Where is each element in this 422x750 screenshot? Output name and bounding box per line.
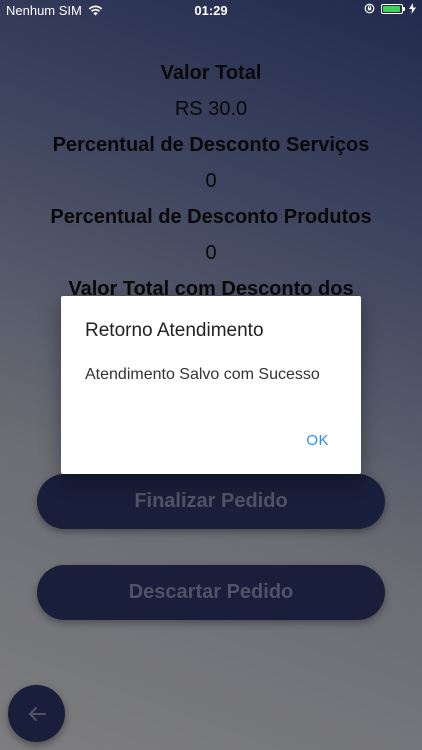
dialog-title: Retorno Atendimento — [85, 320, 264, 341]
orientation-lock-icon — [364, 3, 375, 14]
status-right — [364, 3, 416, 14]
battery-icon — [381, 3, 405, 14]
status-bar: Nenhum SIM 01:29 — [0, 0, 422, 22]
dialog-message: Atendimento Salvo com Sucesso — [85, 366, 320, 383]
alert-dialog: Retorno Atendimento Atendimento Salvo co… — [61, 296, 361, 474]
battery-fill — [383, 5, 401, 12]
dialog-ok-button[interactable]: OK — [306, 432, 329, 449]
charging-bolt-icon — [409, 3, 416, 14]
status-time: 01:29 — [194, 3, 228, 18]
